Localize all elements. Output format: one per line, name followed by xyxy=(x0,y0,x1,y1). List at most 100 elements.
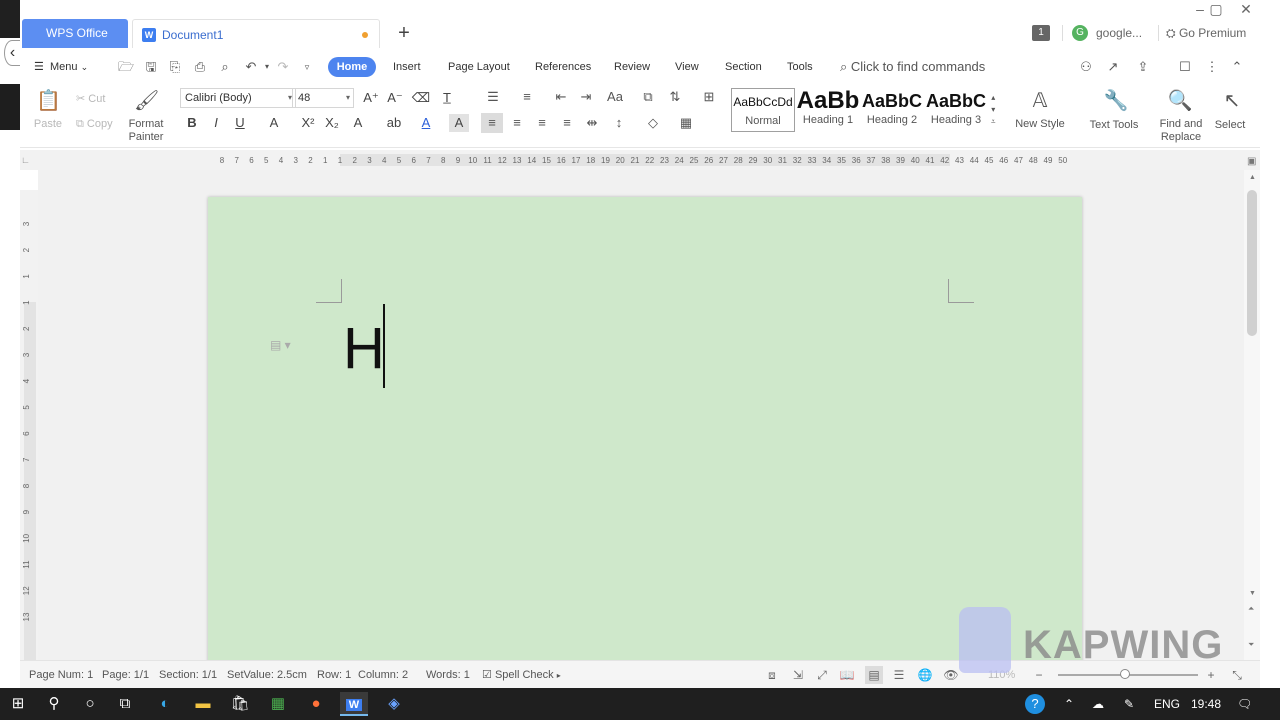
chinese-layout-icon[interactable]: ⧉ xyxy=(637,87,659,107)
page-view-icon[interactable]: ▤ xyxy=(865,666,883,684)
tab-page-layout[interactable]: Page Layout xyxy=(448,58,510,76)
superscript-icon[interactable]: X² xyxy=(298,114,318,132)
language-indicator[interactable]: ENG xyxy=(1154,696,1180,712)
tab-stop-icon[interactable]: ∟ xyxy=(21,155,30,165)
style-normal[interactable]: AaBbCcDd Normal xyxy=(731,88,795,132)
more-options-icon[interactable]: ⋮ xyxy=(1203,58,1221,76)
font-name-select[interactable]: Calibri (Body) ▾ xyxy=(180,88,296,108)
status-column[interactable]: Column: 2 xyxy=(358,668,408,682)
comment-icon[interactable]: ☐ xyxy=(1176,58,1194,76)
status-row[interactable]: Row: 1 xyxy=(317,668,351,682)
help-icon[interactable]: ? xyxy=(1021,692,1049,716)
shading-icon[interactable]: ◇ xyxy=(642,113,664,133)
decrease-indent-icon[interactable]: ⇤ xyxy=(550,87,572,107)
tab-insert[interactable]: Insert xyxy=(393,58,421,76)
increase-indent-icon[interactable]: ⇥ xyxy=(575,87,597,107)
tab-view[interactable]: View xyxy=(675,58,699,76)
change-case-icon[interactable]: Aa xyxy=(604,87,626,107)
share-icon[interactable]: ↗ xyxy=(1104,58,1122,76)
tab-wps-office[interactable]: WPS Office xyxy=(22,19,128,48)
line-spacing-icon[interactable]: ↕ xyxy=(608,113,630,133)
status-words[interactable]: Words: 1 xyxy=(426,668,470,682)
firefox-icon[interactable]: ● xyxy=(302,692,330,716)
command-search[interactable]: ⌕ Click to find commands xyxy=(840,58,1000,76)
file-explorer-icon[interactable]: ▬ xyxy=(189,692,217,716)
account-button[interactable]: G google... xyxy=(1072,24,1152,42)
highlight-icon[interactable]: ab xyxy=(384,114,404,132)
new-tab-plus-icon[interactable]: + xyxy=(394,21,414,45)
sort-icon[interactable]: ⇅ xyxy=(664,87,686,107)
underline-icon[interactable]: U xyxy=(230,114,250,132)
taskbar-search-icon[interactable]: ⚲ xyxy=(40,692,68,716)
cursor-select-icon[interactable]: ↖ xyxy=(1218,88,1246,113)
notification-icon[interactable]: 🗨 xyxy=(1237,696,1252,712)
font-size-select[interactable]: 48 ▾ xyxy=(292,88,354,108)
status-page-num[interactable]: Page Num: 1 xyxy=(29,668,93,682)
save-icon[interactable]: 🖫 xyxy=(142,58,160,76)
borders-icon[interactable]: ▦ xyxy=(675,113,697,133)
open-folder-icon[interactable]: 🗁 xyxy=(117,58,135,76)
find-replace-button[interactable]: Find and Replace xyxy=(1152,118,1210,144)
status-page[interactable]: Page: 1/1 xyxy=(102,668,149,682)
spell-check-button[interactable]: ☑ Spell Check ▸ xyxy=(482,668,561,683)
style-heading-3[interactable]: AaBbC Heading 3 xyxy=(924,88,988,132)
export-pdf-icon[interactable]: ⇲ xyxy=(789,666,807,684)
status-set-value[interactable]: SetValue: 2.5cm xyxy=(227,668,307,682)
fullscreen-icon[interactable]: ⤢ xyxy=(813,666,831,684)
grow-font-icon[interactable]: A⁺ xyxy=(361,89,381,107)
tab-document1[interactable]: W Document1 xyxy=(132,19,380,48)
edge-icon[interactable]: ◐ xyxy=(151,692,179,716)
close-icon[interactable]: ✕ xyxy=(1236,0,1256,18)
tab-references[interactable]: References xyxy=(535,58,591,76)
window-count-badge[interactable]: 1 xyxy=(1032,25,1050,41)
task-view-icon[interactable]: ⧉ xyxy=(111,692,139,716)
document-text[interactable]: H xyxy=(343,318,385,382)
windows-start-icon[interactable]: ⊞ xyxy=(4,692,32,716)
shrink-font-icon[interactable]: A⁻ xyxy=(385,89,405,107)
scroll-down-icon[interactable]: ▼ xyxy=(1249,590,1256,597)
menu-button[interactable]: ☰ Menu ⌄ xyxy=(34,58,100,76)
outline-view-icon[interactable]: ☰ xyxy=(890,666,908,684)
font-color-icon[interactable]: A xyxy=(416,114,436,132)
copy-button[interactable]: ⧉ Copy xyxy=(76,118,113,131)
clear-format-icon[interactable]: ⌫ xyxy=(411,89,431,107)
wps-writer-taskbar-icon[interactable]: W xyxy=(340,692,368,716)
new-style-icon[interactable]: 𝔸 xyxy=(1026,88,1054,113)
maximize-icon[interactable]: ▢ xyxy=(1206,0,1226,18)
upload-icon[interactable]: ⇪ xyxy=(1134,58,1152,76)
align-right-icon[interactable]: ≡ xyxy=(531,113,553,133)
format-painter-button[interactable]: Format Painter xyxy=(122,118,170,144)
character-shading-icon[interactable]: A xyxy=(449,114,469,132)
onedrive-icon[interactable]: ☁ xyxy=(1092,696,1104,712)
text-effect-icon[interactable]: A xyxy=(348,114,368,132)
format-painter-icon[interactable]: 🖌 xyxy=(134,88,159,113)
tray-overflow-icon[interactable]: ⌃ xyxy=(1064,696,1074,712)
subscript-icon[interactable]: X₂ xyxy=(322,114,342,132)
web-view-icon[interactable]: 🌐 xyxy=(916,666,934,684)
style-heading-1[interactable]: AaBb Heading 1 xyxy=(796,88,860,132)
print-icon[interactable]: ⎙ xyxy=(191,58,209,76)
export-icon[interactable]: ⎘ xyxy=(166,58,184,76)
share-collab-icon[interactable]: ⚇ xyxy=(1077,58,1095,76)
justify-icon[interactable]: ≡ xyxy=(556,113,578,133)
select-button[interactable]: Select xyxy=(1210,119,1250,131)
go-premium-button[interactable]: ⛭ Go Premium xyxy=(1166,24,1256,42)
style-heading-2[interactable]: AaBbC Heading 2 xyxy=(860,88,924,132)
new-style-button[interactable]: New Style xyxy=(1010,118,1070,130)
tab-review[interactable]: Review xyxy=(614,58,650,76)
paste-button[interactable]: Paste xyxy=(30,118,66,130)
bold-icon[interactable]: B xyxy=(182,114,202,132)
ruler-toggle-icon[interactable]: ▣ xyxy=(1247,156,1256,167)
store-icon[interactable]: 🛍 xyxy=(226,692,254,716)
tab-section[interactable]: Section xyxy=(725,58,762,76)
print-preview-icon[interactable]: ⌕ xyxy=(216,58,234,76)
styles-scroll-icon[interactable]: ▴ ▾ ⩡ xyxy=(991,92,996,128)
italic-icon[interactable]: I xyxy=(206,114,226,132)
phonetic-guide-icon[interactable]: T̲ xyxy=(437,89,457,107)
show-hide-icon[interactable]: ⊞ xyxy=(698,87,720,107)
cut-button[interactable]: ✂ Cut xyxy=(76,92,105,105)
collapse-ribbon-icon[interactable]: ⌃ xyxy=(1228,58,1246,76)
customize-toolbar-icon[interactable]: ▿ xyxy=(298,58,316,76)
status-section[interactable]: Section: 1/1 xyxy=(159,668,217,682)
paste-icon[interactable]: 📋 xyxy=(36,88,61,113)
